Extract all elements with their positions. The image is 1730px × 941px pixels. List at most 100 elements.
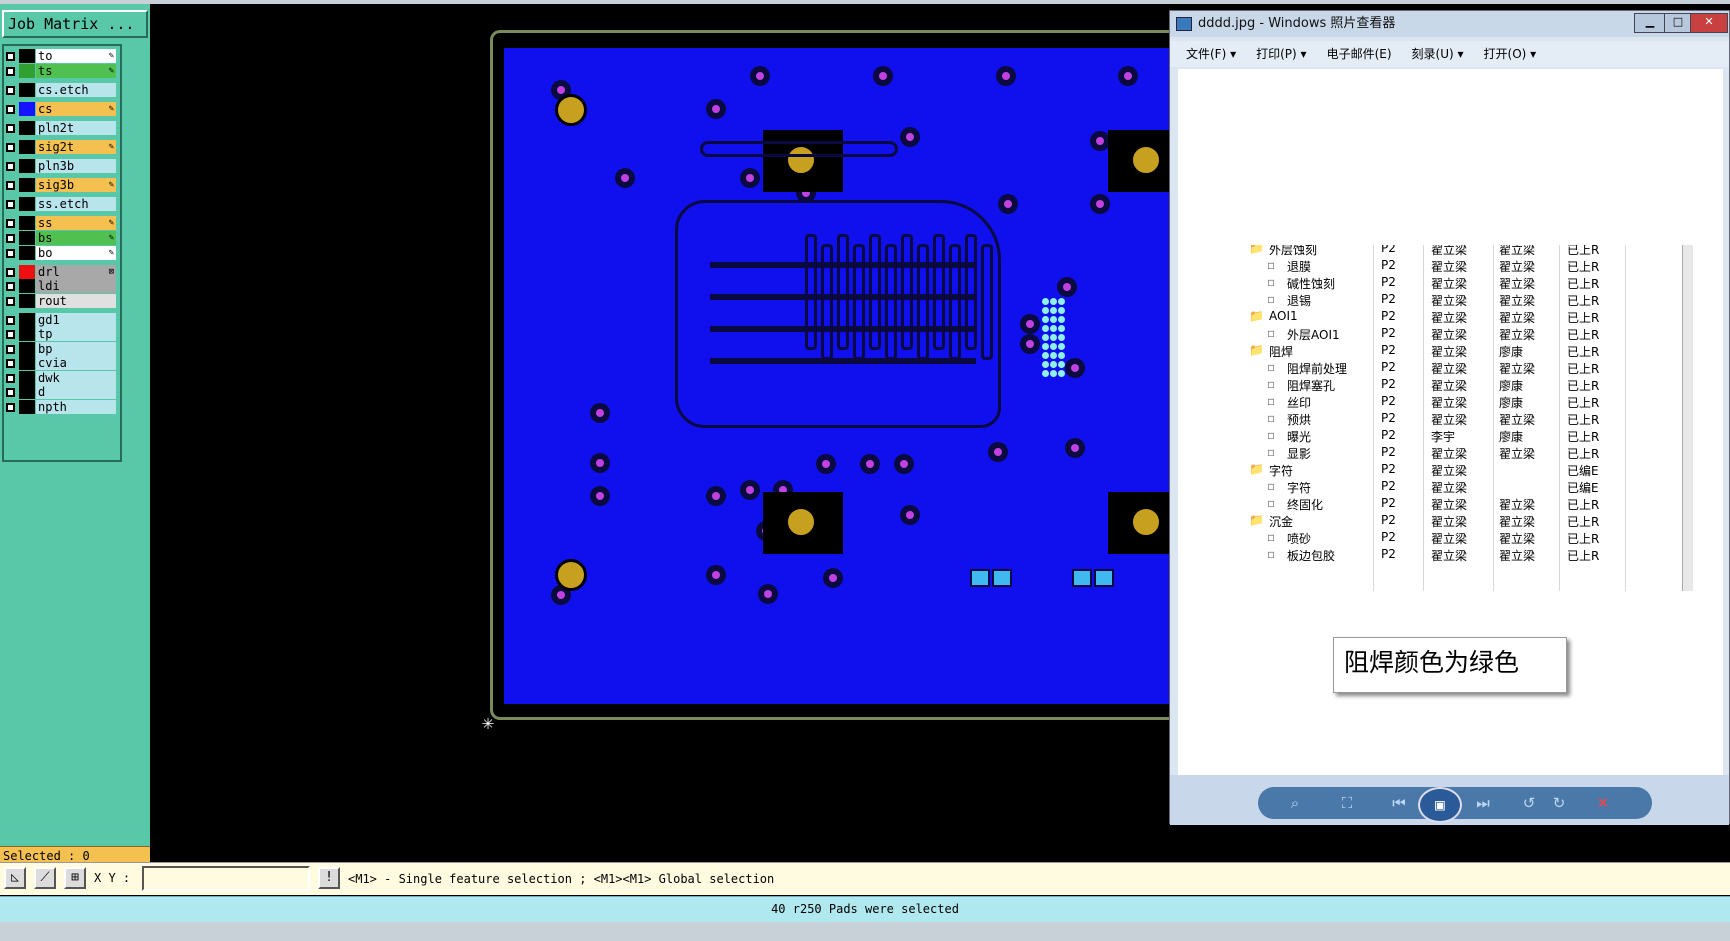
- via-pad[interactable]: [706, 486, 726, 506]
- test-point[interactable]: [1058, 298, 1065, 305]
- test-point[interactable]: [1042, 361, 1049, 368]
- layer-name[interactable]: dwk: [36, 371, 116, 385]
- layer-checkbox[interactable]: [6, 267, 15, 277]
- graphic-canvas[interactable]: ✳: [150, 4, 1320, 862]
- layer-checkbox[interactable]: [6, 199, 15, 209]
- test-point[interactable]: [1042, 343, 1049, 350]
- via-pad[interactable]: [590, 403, 610, 423]
- layer-row-bo[interactable]: bo ✎: [6, 246, 116, 260]
- test-point[interactable]: [1058, 307, 1065, 314]
- via-pad[interactable]: [615, 168, 635, 188]
- layer-color-swatch[interactable]: [19, 294, 35, 308]
- test-point[interactable]: [1058, 325, 1065, 332]
- test-point[interactable]: [1042, 334, 1049, 341]
- layer-name[interactable]: ldi: [36, 279, 116, 293]
- layer-name[interactable]: tp: [36, 327, 116, 341]
- menu-print[interactable]: 打印(P) ▾: [1256, 41, 1306, 67]
- via-pad[interactable]: [860, 454, 880, 474]
- layer-checkbox[interactable]: [6, 161, 15, 171]
- test-point[interactable]: [1050, 307, 1057, 314]
- viewer-title-bar[interactable]: dddd.jpg - Windows 照片查看器 ▁ □ ✕: [1170, 11, 1729, 37]
- layer-color-swatch[interactable]: [19, 159, 35, 173]
- square-pad[interactable]: [763, 130, 843, 192]
- minimize-button[interactable]: ▁: [1634, 13, 1666, 33]
- layer-color-swatch[interactable]: [19, 400, 35, 414]
- via-pad[interactable]: [740, 480, 760, 500]
- test-point[interactable]: [1058, 343, 1065, 350]
- layer-name[interactable]: pln2t: [36, 121, 116, 135]
- layer-row-gd1[interactable]: gd1: [6, 313, 116, 327]
- smd-pad[interactable]: [970, 569, 990, 587]
- via-pad[interactable]: [1065, 358, 1085, 378]
- layer-color-swatch[interactable]: [19, 197, 35, 211]
- test-point[interactable]: [1058, 334, 1065, 341]
- via-pad[interactable]: [590, 486, 610, 506]
- layer-name[interactable]: d: [36, 385, 116, 399]
- layer-color-swatch[interactable]: [19, 385, 35, 399]
- layer-checkbox[interactable]: [6, 373, 15, 383]
- layer-name[interactable]: bs ✎: [36, 231, 116, 245]
- layer-color-swatch[interactable]: [19, 140, 35, 154]
- layer-checkbox[interactable]: [6, 85, 15, 95]
- layer-row-d[interactable]: d: [6, 385, 116, 399]
- layer-checkbox[interactable]: [6, 142, 15, 152]
- next-icon[interactable]: ⏭: [1472, 793, 1494, 813]
- test-point[interactable]: [1058, 361, 1065, 368]
- previous-icon[interactable]: ⏮: [1388, 793, 1410, 813]
- menu-email[interactable]: 电子邮件(E): [1327, 41, 1392, 67]
- layer-checkbox[interactable]: [6, 358, 15, 368]
- layer-color-swatch[interactable]: [19, 313, 35, 327]
- layer-name[interactable]: ts ✎: [36, 64, 116, 78]
- via-pad[interactable]: [1118, 66, 1138, 86]
- layer-name[interactable]: sig2t ✎: [36, 140, 116, 154]
- test-point[interactable]: [1050, 316, 1057, 323]
- select-tool-icon[interactable]: ◺: [4, 867, 26, 889]
- layer-color-swatch[interactable]: [19, 356, 35, 370]
- via-pad[interactable]: [1020, 314, 1040, 334]
- layer-name[interactable]: ss ✎: [36, 216, 116, 230]
- layer-checkbox[interactable]: [6, 281, 15, 291]
- layer-checkbox[interactable]: [6, 296, 15, 306]
- layer-row-sig3b[interactable]: sig3b ✎: [6, 178, 116, 192]
- layer-color-swatch[interactable]: [19, 121, 35, 135]
- test-point[interactable]: [1058, 352, 1065, 359]
- layer-color-swatch[interactable]: [19, 102, 35, 116]
- layer-row-cs-etch[interactable]: cs.etch: [6, 83, 116, 97]
- test-point[interactable]: [1042, 307, 1049, 314]
- layer-checkbox[interactable]: [6, 66, 15, 76]
- smd-pad[interactable]: [992, 569, 1012, 587]
- via-pad[interactable]: [900, 505, 920, 525]
- layer-row-dwk[interactable]: dwk: [6, 371, 116, 385]
- test-point[interactable]: [1050, 361, 1057, 368]
- via-pad[interactable]: [894, 454, 914, 474]
- layer-color-swatch[interactable]: [19, 246, 35, 260]
- smd-pad[interactable]: [1094, 569, 1114, 587]
- info-icon[interactable]: !: [318, 867, 340, 889]
- layer-row-tp[interactable]: tp: [6, 327, 116, 341]
- layer-name[interactable]: sig3b ✎: [36, 178, 116, 192]
- menu-burn[interactable]: 刻录(U) ▾: [1412, 41, 1464, 67]
- layer-color-swatch[interactable]: [19, 49, 35, 63]
- rotate-right-icon[interactable]: ↻: [1548, 793, 1570, 813]
- via-pad[interactable]: [750, 66, 770, 86]
- layer-checkbox[interactable]: [6, 180, 15, 190]
- xy-input[interactable]: [142, 866, 310, 891]
- layer-row-to[interactable]: to ✎: [6, 49, 116, 63]
- layer-color-swatch[interactable]: [19, 216, 35, 230]
- layer-row-ldi[interactable]: ldi: [6, 279, 116, 293]
- layer-row-pln3b[interactable]: pln3b: [6, 159, 116, 173]
- layer-name[interactable]: gd1: [36, 313, 116, 327]
- slideshow-button[interactable]: ▣: [1418, 787, 1462, 823]
- via-pad[interactable]: [706, 565, 726, 585]
- layer-name[interactable]: cvia: [36, 356, 116, 370]
- maximize-button[interactable]: □: [1664, 13, 1692, 33]
- layer-color-swatch[interactable]: [19, 371, 35, 385]
- job-matrix-button[interactable]: Job Matrix ...: [2, 10, 148, 38]
- test-point[interactable]: [1042, 298, 1049, 305]
- layer-color-swatch[interactable]: [19, 64, 35, 78]
- layer-checkbox[interactable]: [6, 123, 15, 133]
- close-button[interactable]: ✕: [1690, 13, 1728, 33]
- measure-tool-icon[interactable]: ⟋: [34, 867, 56, 889]
- layer-name[interactable]: drl ⊠: [36, 265, 116, 279]
- via-pad[interactable]: [998, 194, 1018, 214]
